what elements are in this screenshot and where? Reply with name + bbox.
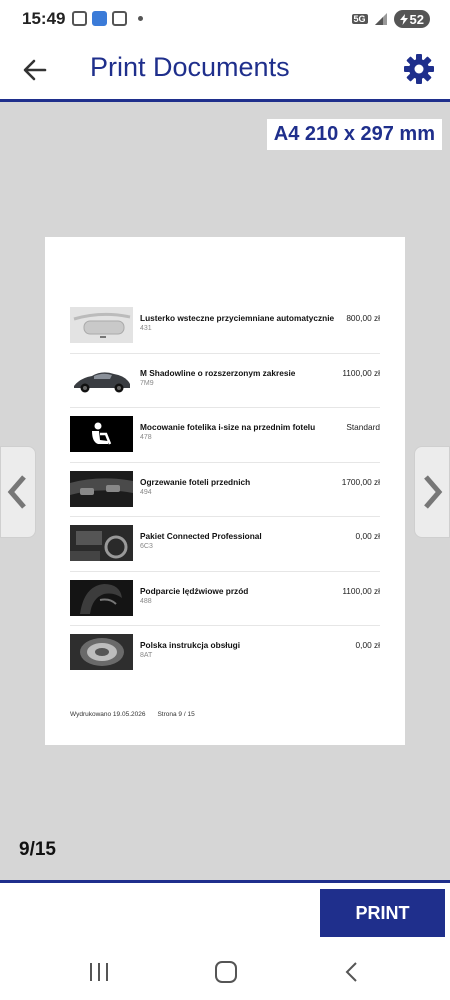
app-bar: Print Documents: [0, 36, 450, 102]
back-arrow-icon[interactable]: [18, 53, 52, 87]
item-price: 1700,00 zł: [341, 476, 380, 487]
list-item: Ogrzewanie foteli przednich 494 1700,00 …: [70, 463, 380, 517]
option-list: Lusterko wsteczne przyciemniane automaty…: [70, 299, 380, 681]
charging-icon: [399, 13, 408, 25]
next-page-button[interactable]: [414, 446, 450, 538]
screenshot-icon: [72, 11, 87, 26]
item-name: Polska instrukcja obsługi: [140, 640, 241, 650]
item-code: 7M9: [140, 379, 154, 387]
item-code: 6C3: [140, 543, 153, 550]
document-preview: Lusterko wsteczne przyciemniane automaty…: [45, 237, 405, 745]
chevron-right-icon: [424, 475, 443, 509]
list-item: Lusterko wsteczne przyciemniane automaty…: [70, 299, 380, 354]
item-price: 0,00 zł: [355, 640, 380, 650]
item-name: M Shadowline o rozszerzonym zakresie: [140, 367, 296, 378]
seat-image: [70, 579, 133, 616]
list-item: Mocowanie fotelika i-size na przednim fo…: [70, 408, 380, 463]
previous-page-button[interactable]: [0, 446, 36, 538]
page-counter: 9/15: [19, 839, 56, 860]
item-code: 488: [140, 597, 152, 605]
child-seat-icon: [70, 416, 133, 452]
status-time: 15:49: [22, 9, 66, 28]
list-item: Podparcie lędźwiowe przód 488 1100,00 zł: [70, 572, 380, 626]
vpn-icon: [112, 11, 127, 26]
item-price: Standard: [346, 422, 380, 432]
item-price: 0,00 zł: [355, 531, 380, 541]
item-name: Mocowanie fotelika i-size na przednim fo…: [140, 422, 316, 432]
signal-icon: [374, 13, 387, 25]
item-name: Pakiet Connected Professional: [140, 531, 262, 541]
system-back-icon[interactable]: [343, 961, 361, 983]
interior-image: [70, 525, 133, 561]
more-notifications-icon: [138, 16, 143, 21]
chevron-left-icon: [7, 475, 26, 509]
recent-apps-icon[interactable]: [90, 963, 108, 981]
notification-icons: [72, 11, 143, 26]
page-number: Strona 9 / 15: [157, 711, 195, 718]
item-name: Lusterko wsteczne przyciemniane automaty…: [140, 313, 335, 323]
manual-image: [70, 634, 133, 670]
gear-icon[interactable]: [402, 52, 436, 86]
gallery-icon: [92, 11, 107, 26]
item-price: 800,00 zł: [346, 313, 380, 323]
list-item: Pakiet Connected Professional 6C3 0,00 z…: [70, 517, 380, 572]
list-item: M Shadowline o rozszerzonym zakresie 7M9…: [70, 354, 380, 408]
item-price: 1100,00 zł: [342, 367, 380, 378]
network-type: 5G: [351, 14, 368, 24]
document-footer: Wydrukowano 19.05.2026 Strona 9 / 15: [70, 711, 195, 718]
item-name: Ogrzewanie foteli przednich: [140, 476, 251, 487]
list-item: Polska instrukcja obsługi 8AT 0,00 zł: [70, 626, 380, 681]
battery-indicator: 52: [393, 10, 430, 28]
system-indicators: 5G 52: [351, 10, 430, 28]
status-bar: 15:49 5G 52: [0, 0, 450, 36]
page-title: Print Documents: [90, 52, 290, 82]
item-code: 431: [140, 325, 152, 332]
item-name: Podparcie lędźwiowe przód: [140, 585, 249, 596]
rear-mirror-image: [70, 307, 133, 343]
item-code: 478: [140, 434, 152, 441]
item-code: 494: [140, 488, 152, 496]
print-button[interactable]: PRINT: [320, 889, 445, 937]
item-code: 8AT: [140, 652, 153, 659]
item-price: 1100,00 zł: [342, 585, 380, 596]
car-image: [70, 361, 133, 398]
home-icon[interactable]: [215, 961, 237, 983]
system-navigation-bar: [0, 955, 450, 995]
paper-size-label[interactable]: A4 210 x 297 mm: [266, 119, 442, 150]
battery-level: 52: [409, 11, 424, 27]
printed-date: Wydrukowano 19.05.2026: [70, 711, 146, 718]
bottom-bar: PRINT: [0, 880, 450, 1000]
dashboard-image: [70, 470, 133, 507]
